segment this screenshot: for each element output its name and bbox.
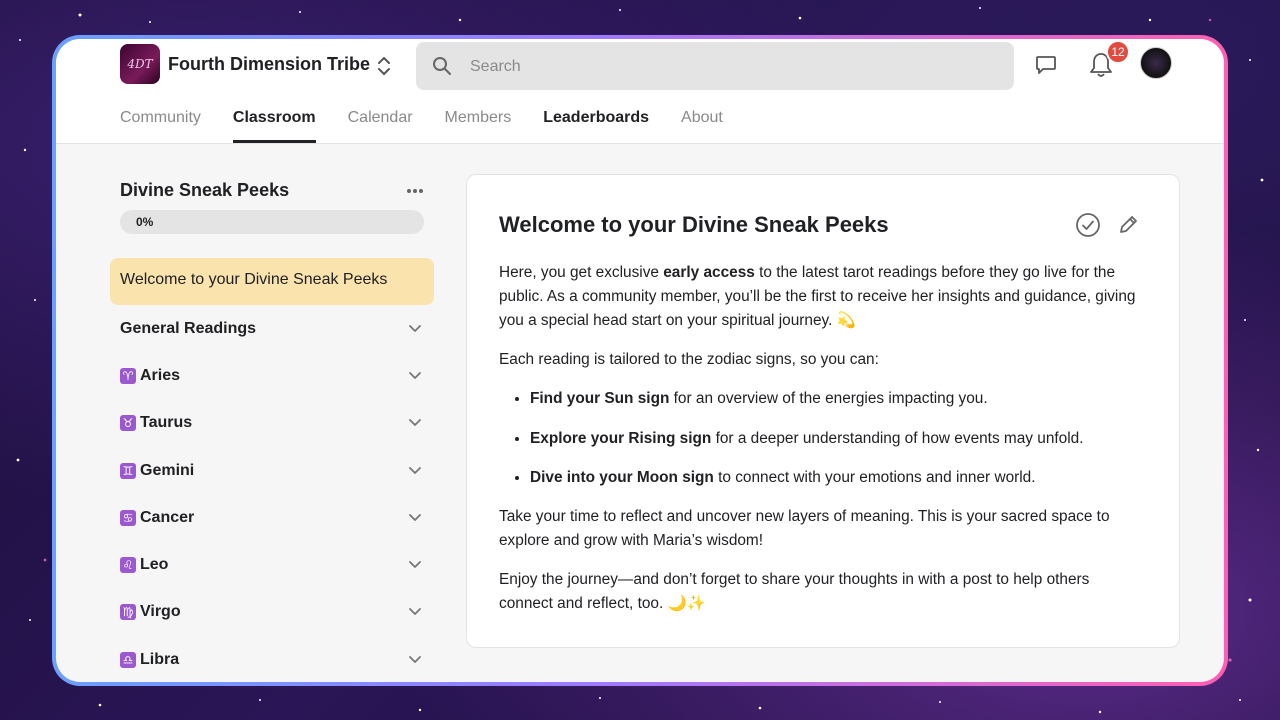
progress-label: 0% [136, 215, 154, 229]
app-window: 4DT Fourth Dimension Tribe 12 [56, 39, 1224, 682]
notification-badge: 12 [1106, 40, 1130, 64]
section-label: Gemini [140, 462, 195, 479]
chevron-down-icon[interactable] [408, 560, 422, 570]
leo-icon: ♌ [120, 557, 136, 573]
switch-icon[interactable] [374, 53, 394, 79]
tab-leaderboards[interactable]: Leaderboards [543, 105, 649, 143]
course-title: Divine Sneak Peeks [120, 180, 290, 200]
chevron-down-icon[interactable] [408, 324, 422, 334]
community-name[interactable]: Fourth Dimension Tribe [168, 54, 370, 75]
lesson-title: Welcome to your Divine Sneak Peeks [499, 212, 889, 237]
lesson-item-active[interactable]: Welcome to your Divine Sneak Peeks [110, 258, 434, 305]
top-header: 4DT Fourth Dimension Tribe 12 [56, 39, 1224, 144]
chat-icon[interactable] [1034, 53, 1058, 77]
tab-about[interactable]: About [681, 105, 723, 143]
chevron-down-icon[interactable] [408, 466, 422, 476]
gemini-icon: ♊ [120, 463, 136, 479]
search-input[interactable] [468, 42, 992, 92]
section-label: Aries [140, 367, 181, 384]
list-item: Dive into your Moon sign to connect with… [530, 466, 1139, 490]
nav-tabs: Community Classroom Calendar Members Lea… [120, 105, 755, 143]
section-taurus[interactable]: ♉ Taurus [120, 411, 426, 435]
section-label: Virgo [140, 603, 181, 620]
cancer-icon: ♋ [120, 510, 136, 526]
tab-community[interactable]: Community [120, 105, 201, 143]
list-item: Find your Sun sign for an overview of th… [530, 387, 1139, 411]
section-leo[interactable]: ♌ Leo [120, 553, 426, 577]
lesson-paragraph: Enjoy the journey—and don’t forget to sh… [499, 571, 1090, 612]
list-item: Explore your Rising sign for a deeper un… [530, 427, 1139, 451]
chevron-down-icon[interactable] [408, 607, 422, 617]
bold-text: early access [663, 264, 755, 281]
chevron-down-icon[interactable] [408, 513, 422, 523]
tab-members[interactable]: Members [445, 105, 512, 143]
tab-classroom[interactable]: Classroom [232, 105, 316, 143]
section-aries[interactable]: ♈ Aries [120, 364, 426, 388]
more-icon[interactable] [404, 181, 426, 201]
search-icon [433, 57, 451, 75]
user-avatar[interactable] [1140, 47, 1172, 79]
section-label: Taurus [140, 414, 193, 431]
course-progress-bar: 0% [120, 210, 424, 234]
aries-icon: ♈ [120, 368, 136, 384]
chevron-down-icon[interactable] [408, 655, 422, 665]
libra-icon: ♎ [120, 652, 136, 668]
app-frame: 4DT Fourth Dimension Tribe 12 [52, 35, 1228, 686]
community-logo[interactable]: 4DT [120, 44, 160, 84]
section-label: Libra [140, 651, 180, 668]
lesson-paragraph: Take your time to reflect and uncover ne… [499, 508, 1110, 549]
lesson-paragraph: Each reading is tailored to the zodiac s… [499, 351, 879, 368]
tab-calendar[interactable]: Calendar [348, 105, 413, 143]
pencil-icon[interactable] [1117, 214, 1139, 236]
zodiac-bullet-list: Find your Sun sign for an overview of th… [499, 387, 1139, 490]
chevron-down-icon[interactable] [408, 371, 422, 381]
virgo-icon: ♍ [120, 604, 136, 620]
section-general-readings[interactable]: General Readings [120, 317, 426, 341]
section-label: General Readings [120, 320, 257, 337]
section-libra[interactable]: ♎ Libra [120, 648, 426, 672]
section-label: Leo [140, 556, 169, 573]
lesson-body: Here, you get exclusive early access to … [499, 261, 1139, 631]
section-label: Cancer [140, 509, 195, 526]
section-gemini[interactable]: ♊ Gemini [120, 459, 426, 483]
lesson-content-card: Welcome to your Divine Sneak Peeks Here,… [466, 174, 1180, 648]
lesson-paragraph: Here, you get exclusive early access to … [499, 264, 1136, 329]
section-cancer[interactable]: ♋ Cancer [120, 506, 426, 530]
section-virgo[interactable]: ♍ Virgo [120, 600, 426, 624]
chevron-down-icon[interactable] [408, 418, 422, 428]
search-bar[interactable] [416, 42, 1014, 92]
check-circle-icon[interactable] [1075, 212, 1101, 238]
taurus-icon: ♉ [120, 415, 136, 431]
